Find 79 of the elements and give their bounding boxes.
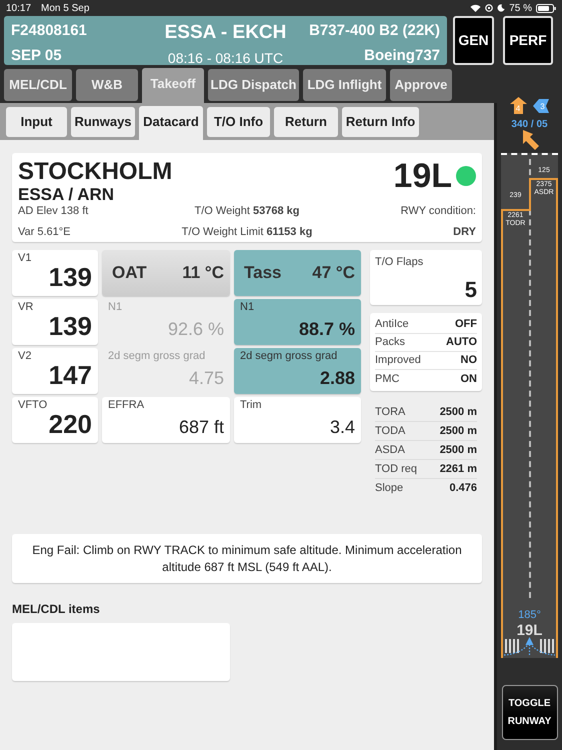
value-card: Trim 3.4 — [234, 397, 361, 443]
setting-value: ON — [460, 372, 477, 387]
battery-icon — [536, 4, 556, 12]
data-cell-text: N1 92.6 % — [107, 300, 225, 341]
runway-designator: 19L — [393, 159, 452, 193]
setting-value: OFF — [455, 317, 477, 332]
main-tab[interactable]: LDG Inflight — [303, 69, 386, 101]
main-tab[interactable]: W&B — [76, 69, 138, 101]
distance-value: 2500 m — [440, 442, 477, 458]
cell-value: 11 °C — [182, 262, 224, 284]
distance-label: TORA — [375, 404, 406, 420]
toggle-runway-button[interactable]: TOGGLE RUNWAY — [502, 685, 558, 740]
flaps-value: 5 — [464, 279, 477, 301]
flight-times: 08:16 - 08:16 UTC — [168, 48, 284, 68]
top-nav-button[interactable]: GEN — [453, 16, 494, 65]
mel-cdl-title: MEL/CDL items — [12, 601, 101, 618]
variation-text: Var 5.61°E — [18, 224, 72, 240]
setting-value: NO — [460, 353, 477, 368]
airport-city: STOCKHOLM — [18, 160, 172, 184]
distance-label: ASDA — [375, 442, 405, 458]
route-title: ESSA - EKCH — [164, 21, 286, 45]
engine-failure-note: Eng Fail: Climb on RWY TRACK to minimum safe altitude. Minimum acceleration altitude 687 ft MSL (549 ft AAL). — [12, 534, 482, 583]
aircraft-type: Boeing737 — [364, 46, 440, 66]
distance-value: 2500 m — [440, 424, 477, 439]
setting-value: AUTO — [446, 335, 477, 350]
sub-tab[interactable]: Return Info — [342, 107, 419, 137]
runway-condition: DRY — [452, 224, 476, 240]
distance-value: 0.476 — [449, 481, 477, 496]
lock-rotation-icon — [485, 4, 494, 12]
airport-codes: ESSA / ARN — [18, 186, 116, 203]
cell-value: 47 °C — [312, 262, 355, 284]
sub-tab[interactable]: Datacard — [139, 106, 203, 140]
flight-date: SEP 05 — [11, 46, 63, 66]
status-time: 10:17 — [6, 2, 32, 16]
sub-tab[interactable]: Input — [6, 107, 67, 137]
elevation-text: AD Elev 138 ft — [18, 204, 90, 219]
crosswind-value: 3 — [539, 101, 546, 113]
wind-reading: 340 / 05 — [510, 118, 549, 132]
cell-label: OAT — [112, 262, 147, 284]
speed-card: VFTO 220 — [12, 397, 98, 443]
distance-label: TOD req — [375, 462, 417, 477]
computed-card: N1 88.7 % — [234, 299, 361, 345]
flight-number: F24808161 — [11, 21, 88, 42]
distance-value: 2500 m — [440, 404, 477, 420]
runway-heading: 185° — [517, 608, 542, 623]
setting-label: AntiIce — [375, 317, 409, 332]
setting-label: PMC — [375, 372, 400, 387]
speed-card: V1 139 — [12, 250, 98, 296]
main-tab[interactable]: MEL/CDL — [4, 69, 72, 101]
value-card: EFFRA 687 ft — [102, 397, 230, 443]
top-nav-button[interactable]: PERF — [503, 16, 553, 65]
data-cell-text: 2d segm gross grad 4.75 — [107, 349, 225, 390]
sub-tab[interactable]: Runways — [71, 107, 135, 137]
moon-icon — [497, 4, 506, 12]
threshold-markings-drawing — [503, 637, 556, 656]
speed-card: V2 147 — [12, 348, 98, 394]
computed-card: 2d segm gross grad 2.88 — [234, 348, 361, 394]
setting-label: Packs — [375, 335, 405, 350]
takeoff-weight-text: T/O Weight 53768 kg — [194, 204, 300, 219]
headwind-value: 4 — [514, 103, 522, 115]
takeoff-weight-limit-text: T/O Weight Limit 61153 kg — [182, 224, 312, 240]
main-tab[interactable]: Approve — [390, 69, 452, 101]
setting-label: Improved — [375, 353, 421, 368]
runway-ident: 19L — [516, 621, 544, 641]
battery-percent: 75 % — [509, 2, 532, 16]
wifi-icon — [470, 4, 482, 12]
main-tab[interactable]: LDG Dispatch — [208, 69, 299, 101]
speed-card: VR 139 — [12, 299, 98, 345]
flaps-label: T/O Flaps — [375, 255, 424, 270]
aircraft-variant: B737-400 B2 (22K) — [309, 21, 440, 42]
distance-value: 2261 m — [440, 462, 477, 477]
sub-tab[interactable]: Return — [274, 107, 338, 137]
distance-label: Slope — [375, 481, 404, 496]
sub-tab[interactable]: T/O Info — [207, 107, 270, 137]
distance-label: TODA — [375, 424, 406, 439]
status-date: Mon 5 Sep — [41, 2, 90, 16]
wind-direction-arrow-icon — [520, 130, 538, 150]
cell-label: Tass — [244, 262, 282, 284]
runway-condition-label: RWY condition: — [400, 204, 476, 219]
